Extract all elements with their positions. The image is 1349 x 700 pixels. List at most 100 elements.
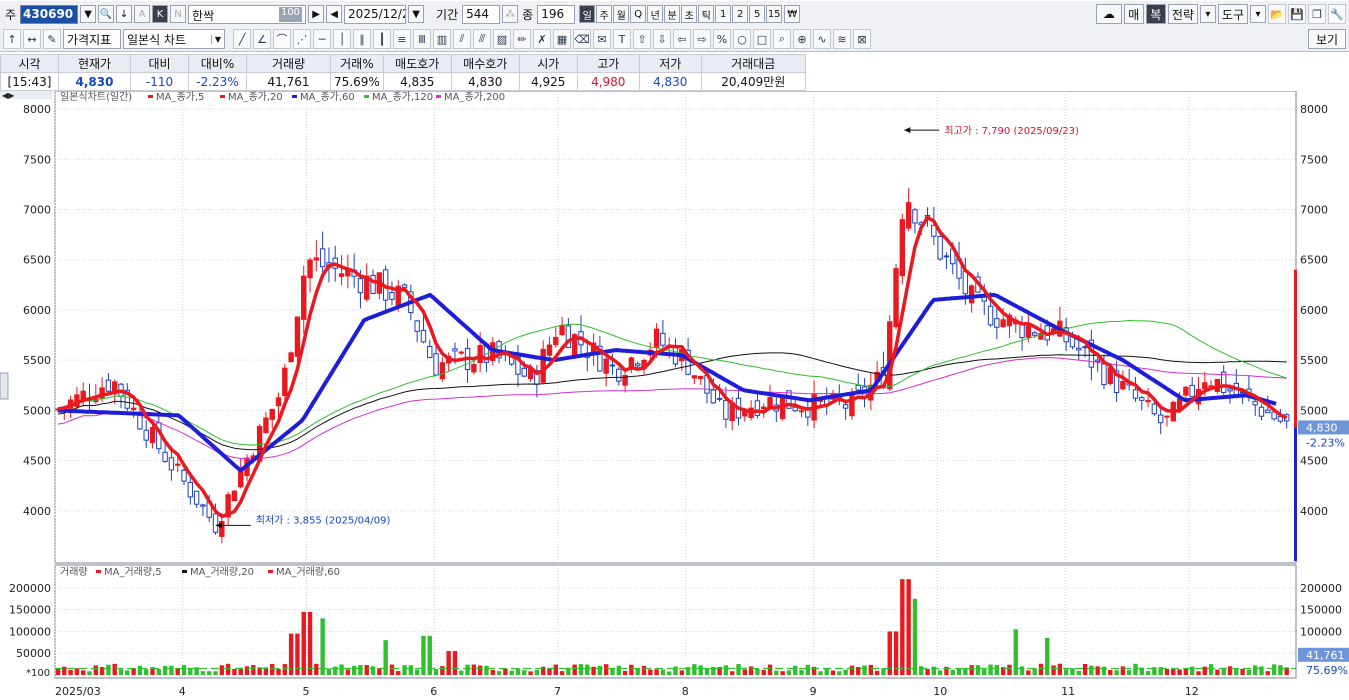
search-icon[interactable]: 🔍: [98, 5, 115, 23]
chart-type-select[interactable]: 일본식 차트 ▼: [123, 29, 225, 49]
note-icon[interactable]: ✉: [593, 29, 611, 49]
arrow-up-icon[interactable]: ↑: [3, 29, 21, 49]
multi-vertical-icon[interactable]: ∥: [353, 29, 371, 49]
grid-icon[interactable]: ₩: [784, 5, 801, 23]
zigzag-icon[interactable]: ≋: [833, 29, 851, 49]
price-tick-right: 6500: [1300, 254, 1328, 267]
candlestick-chart[interactable]: ◀▶ 8000 8000 7500 7500 7000 7000 6500 6500 6000 60…: [0, 91, 1349, 700]
tools-dropdown-icon[interactable]: ▾: [1250, 5, 1266, 23]
hatched-icon[interactable]: ▨: [493, 29, 511, 49]
candle-body: [540, 348, 546, 383]
candle-body: [370, 274, 376, 295]
grid-lines-icon[interactable]: ≡: [393, 29, 411, 49]
strategy-dropdown-icon[interactable]: ▾: [1199, 5, 1216, 23]
candle-body: [420, 329, 427, 343]
parallel-icon[interactable]: ⫻: [473, 29, 491, 49]
scroll-left-icon[interactable]: ⇦: [673, 29, 691, 49]
interval-button[interactable]: 15: [766, 5, 783, 23]
square-icon[interactable]: □: [753, 29, 771, 49]
interval-button[interactable]: 1: [715, 5, 732, 23]
n-button[interactable]: N: [170, 5, 187, 23]
folder-open-icon[interactable]: 📂: [1268, 4, 1286, 24]
columns-icon[interactable]: Ⅲ: [413, 29, 431, 49]
volume-bar: [351, 665, 357, 675]
interval-button[interactable]: 분: [664, 5, 681, 23]
tools-button[interactable]: 도구: [1217, 4, 1248, 24]
interval-button[interactable]: 일: [579, 5, 596, 23]
candle-body: [477, 345, 483, 363]
pencil-icon[interactable]: ✏: [513, 29, 531, 49]
price-indicator-button[interactable]: 가격지표: [63, 29, 121, 49]
back-icon[interactable]: ◀: [326, 5, 343, 23]
multi-button[interactable]: 복: [1145, 4, 1166, 24]
sell-button[interactable]: 매: [1123, 4, 1144, 24]
legend-ma-label: MA_종가,200: [444, 91, 505, 103]
strategy-button[interactable]: 전략: [1167, 4, 1198, 24]
stock-code-input[interactable]: 430690: [20, 4, 79, 24]
interval-button[interactable]: 2: [732, 5, 749, 23]
dropdown-arrow-icon[interactable]: ▼: [80, 5, 97, 23]
candle: [893, 263, 899, 330]
interval-button[interactable]: 년: [647, 5, 664, 23]
main-toolbar: 주 430690 ▼ 🔍 ↓ A K N 한싹 100 ▶ ◀ 2025/12/…: [0, 1, 1349, 27]
calendar-dropdown-icon[interactable]: ▼: [408, 5, 425, 23]
quote-header: 현재가: [58, 54, 131, 73]
cross-icon[interactable]: ✗: [533, 29, 551, 49]
candle-body: [1258, 406, 1265, 417]
line-tool-icon[interactable]: ╱: [233, 29, 251, 49]
circle-icon[interactable]: ○: [733, 29, 751, 49]
scroll-up-icon[interactable]: ⇧: [633, 29, 651, 49]
font-a-icon[interactable]: A: [134, 5, 151, 23]
volume-bar: [1259, 666, 1264, 675]
interval-button[interactable]: 주: [596, 5, 613, 23]
bars-tool-icon[interactable]: ▥: [433, 29, 451, 49]
interval-button[interactable]: 틱: [698, 5, 715, 23]
save-icon[interactable]: 💾: [1288, 4, 1306, 24]
interval-button[interactable]: 5: [749, 5, 766, 23]
angle-tool-icon[interactable]: ∠: [253, 29, 271, 49]
bars-icon[interactable]: ┃: [373, 29, 391, 49]
text-tool-icon[interactable]: T: [613, 29, 631, 49]
end-date-field[interactable]: 2025/12/26: [344, 4, 407, 24]
zoom-icon[interactable]: ⌕: [773, 29, 791, 49]
color-icon[interactable]: ▦: [553, 29, 571, 49]
channel-icon[interactable]: ⫽: [453, 29, 471, 49]
horizontal-line-icon[interactable]: ─: [313, 29, 331, 49]
scroll-down-icon[interactable]: ⇩: [653, 29, 671, 49]
interval-button[interactable]: 초: [681, 5, 698, 23]
candle-body: [893, 268, 899, 328]
volume-bar: [93, 665, 99, 675]
arc-tool-icon[interactable]: ⌒: [273, 29, 291, 49]
view-button[interactable]: 보기: [1308, 29, 1346, 49]
fan-tool-icon[interactable]: ⋰: [293, 29, 311, 49]
vertical-line-icon[interactable]: │: [333, 29, 351, 49]
double-arrow-icon[interactable]: ↔: [23, 29, 41, 49]
wave-icon[interactable]: ∿: [813, 29, 831, 49]
k-button[interactable]: K: [152, 5, 169, 23]
cloud-icon[interactable]: ☁: [1095, 4, 1122, 24]
candle-body: [609, 364, 616, 367]
count-input[interactable]: 196: [537, 4, 576, 24]
candle: [282, 363, 288, 401]
play-icon[interactable]: ▶: [308, 5, 325, 23]
volume-bar: [648, 669, 653, 675]
copy-icon[interactable]: ❐: [1308, 4, 1326, 24]
edit-icon[interactable]: ✎: [43, 29, 61, 49]
compare-icon[interactable]: ⁂: [502, 5, 519, 23]
wrench-icon[interactable]: 🔧: [1328, 4, 1346, 24]
interval-button[interactable]: 월: [613, 5, 630, 23]
period-input[interactable]: 544: [462, 4, 501, 24]
volume-bar: [572, 664, 577, 675]
eraser-icon[interactable]: ⌫: [573, 29, 591, 49]
stock-name-field[interactable]: 한싹 100: [188, 4, 307, 24]
target-icon[interactable]: ⊕: [793, 29, 811, 49]
percent-icon[interactable]: %: [713, 29, 731, 49]
candle-body: [357, 278, 364, 294]
volume-bar: [112, 663, 117, 675]
sort-icon[interactable]: ↓: [116, 5, 133, 23]
candle-body: [288, 352, 294, 363]
close-tool-icon[interactable]: ⊠: [853, 29, 871, 49]
volume-bar: [1246, 669, 1252, 675]
scroll-right-icon[interactable]: ⇨: [693, 29, 711, 49]
interval-button[interactable]: Q: [630, 5, 647, 23]
